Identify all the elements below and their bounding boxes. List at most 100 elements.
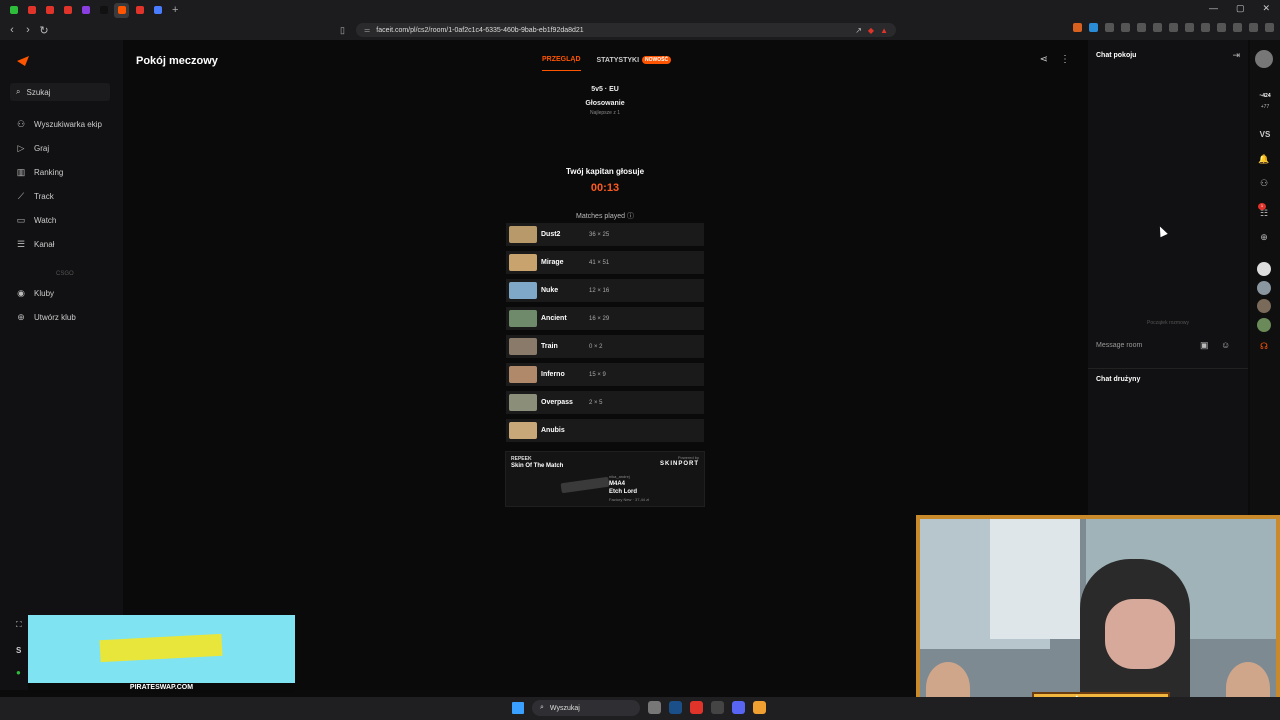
steam-icon[interactable] [669,701,682,714]
browser-tab[interactable] [24,3,39,18]
support-icon[interactable]: ☊ [1250,341,1278,352]
friend-avatar[interactable] [1257,262,1271,276]
map-name: Overpass [541,399,573,406]
faceit-logo-icon[interactable] [17,56,29,66]
discord-icon[interactable] [732,701,745,714]
sidebar-item-team-finder[interactable]: ⚇ Wyszukiwarka ekip [16,119,102,130]
extension-icon[interactable] [1105,23,1114,32]
info-icon[interactable]: ⓘ [627,213,634,220]
sidebar-item-label: Utwórz klub [34,313,76,322]
sidebar-item-label: Kluby [34,289,55,298]
skin-of-the-match-card[interactable]: REPEEK Skin Of The Match Powered by SKIN… [505,451,705,507]
notifications-icon[interactable]: 🔔 [1250,154,1278,165]
map-row[interactable]: Mirage 41 × 51 [506,251,704,274]
extension-icon[interactable] [1169,23,1178,32]
brave-rewards-icon[interactable]: ▲ [880,26,888,35]
message-input[interactable]: Message room ▣ ☺ [1096,335,1242,355]
new-tab-button[interactable]: + [172,4,178,16]
promo-headline: Skin Of The Match [511,463,564,469]
reload-icon[interactable]: ↻ [36,24,52,37]
app-icon[interactable] [753,701,766,714]
music-icon[interactable] [1201,23,1210,32]
menu-icon[interactable] [1265,23,1274,32]
extension-icon[interactable] [1185,23,1194,32]
windows-start-icon[interactable] [512,702,524,714]
minimize-button[interactable]: — [1209,3,1218,14]
tab-favicon-icon [135,6,144,14]
extension-icon[interactable] [1153,23,1162,32]
address-bar[interactable]: ⚌ faceit.com/pl/cs2/room/1-0af2c1c4-6335… [356,23,896,37]
sidebar-item-track[interactable]: ⟋ Track [16,191,54,202]
tab-stats[interactable]: STATYSTYKI NOWOŚĆ [597,56,672,64]
chat-start-text: Początek rozmowy [1147,320,1189,326]
share-icon[interactable]: ⋖ [1040,54,1048,65]
watch-icon: ▭ [16,215,26,225]
forward-icon[interactable]: › [20,24,36,36]
friend-avatar[interactable] [1257,281,1271,295]
extension-icon[interactable] [1137,23,1146,32]
more-options-icon[interactable]: ⋮ [1060,54,1070,65]
sidebar-item-label: Track [34,192,54,201]
map-row[interactable]: Ancient 16 × 29 [506,307,704,330]
map-row[interactable]: Nuke 12 × 16 [506,279,704,302]
task-view-icon[interactable] [648,701,661,714]
friends-icon[interactable]: ☷ [1250,208,1278,219]
browser-tab[interactable] [6,3,21,18]
map-name: Train [541,343,558,350]
browser-tab[interactable] [42,3,57,18]
ad-expand-icon[interactable]: ⛶ [16,620,22,630]
share-url-icon[interactable]: ↗ [855,26,862,35]
page-title: Pokój meczowy [136,55,218,67]
browser-tab[interactable] [114,2,129,18]
map-row[interactable]: Anubis [506,419,704,442]
tab-overview[interactable]: PRZEGLĄD [542,56,581,71]
close-window-button[interactable]: ✕ [1262,3,1270,14]
friend-avatar[interactable] [1257,299,1271,313]
extension-icon[interactable] [1089,23,1098,32]
extension-icon[interactable] [1121,23,1130,32]
browser-tab[interactable] [150,3,165,18]
site-info-icon[interactable]: ⚌ [364,26,370,34]
add-friend-icon[interactable]: ⊕ [1250,232,1278,243]
sidebar-item-create-club[interactable]: ⊕ Utwórz klub [16,312,76,323]
bookmark-icon[interactable]: ▯ [340,25,345,36]
promo-skin: Etch Lord [609,489,637,495]
browser-tab[interactable] [78,3,93,18]
map-name: Nuke [541,287,559,294]
party-icon[interactable]: ⚇ [1250,178,1278,189]
sidebar-item-label: Kanał [34,240,55,249]
browser-tab[interactable] [96,3,111,18]
taskbar-search[interactable]: ⌕ Wyszukaj [532,700,640,716]
map-row[interactable]: Train 0 × 2 [506,335,704,358]
map-score: 41 × 51 [589,259,610,266]
sidebar-item-watch[interactable]: ▭ Watch [16,215,57,226]
image-upload-icon[interactable]: ▣ [1200,340,1209,351]
versus-icon[interactable]: VS [1250,130,1280,139]
map-row[interactable]: Overpass 2 × 5 [506,391,704,414]
leo-icon[interactable] [1249,23,1258,32]
browser-tab[interactable] [60,3,75,18]
sidebar-item-play[interactable]: ▷ Graj [16,143,50,154]
captain-status: Twój kapitan głosuje [565,167,645,176]
maximize-button[interactable]: ▢ [1236,3,1245,14]
search-input[interactable]: ⌕ Szukaj [10,83,110,101]
extension-icon[interactable] [1073,23,1082,32]
wallet-icon[interactable] [1233,23,1242,32]
sidebar-item-ranking[interactable]: ▥ Ranking [16,167,64,178]
brave-shield-icon[interactable]: ◆ [868,26,874,35]
friend-avatar[interactable] [1257,318,1271,332]
emoji-icon[interactable]: ☺ [1221,340,1230,350]
map-row[interactable]: Dust2 36 × 25 [506,223,704,246]
back-icon[interactable]: ‹ [4,24,20,36]
browser-tab[interactable] [132,3,147,18]
team-chat-section[interactable]: Chat drużyny [1088,368,1248,383]
collapse-chat-icon[interactable]: ⇥ [1232,50,1240,61]
map-row[interactable]: Inferno 15 × 9 [506,363,704,386]
taskbar-search-label: Wyszukaj [549,704,580,712]
profile-avatar[interactable] [1255,50,1273,68]
sidebar-item-clubs[interactable]: ◉ Kluby [16,288,54,299]
sidebar-toggle-icon[interactable] [1217,23,1226,32]
sidebar-item-feed[interactable]: ☰ Kanał [16,239,55,250]
brave-icon[interactable] [690,701,703,714]
obs-icon[interactable] [711,701,724,714]
